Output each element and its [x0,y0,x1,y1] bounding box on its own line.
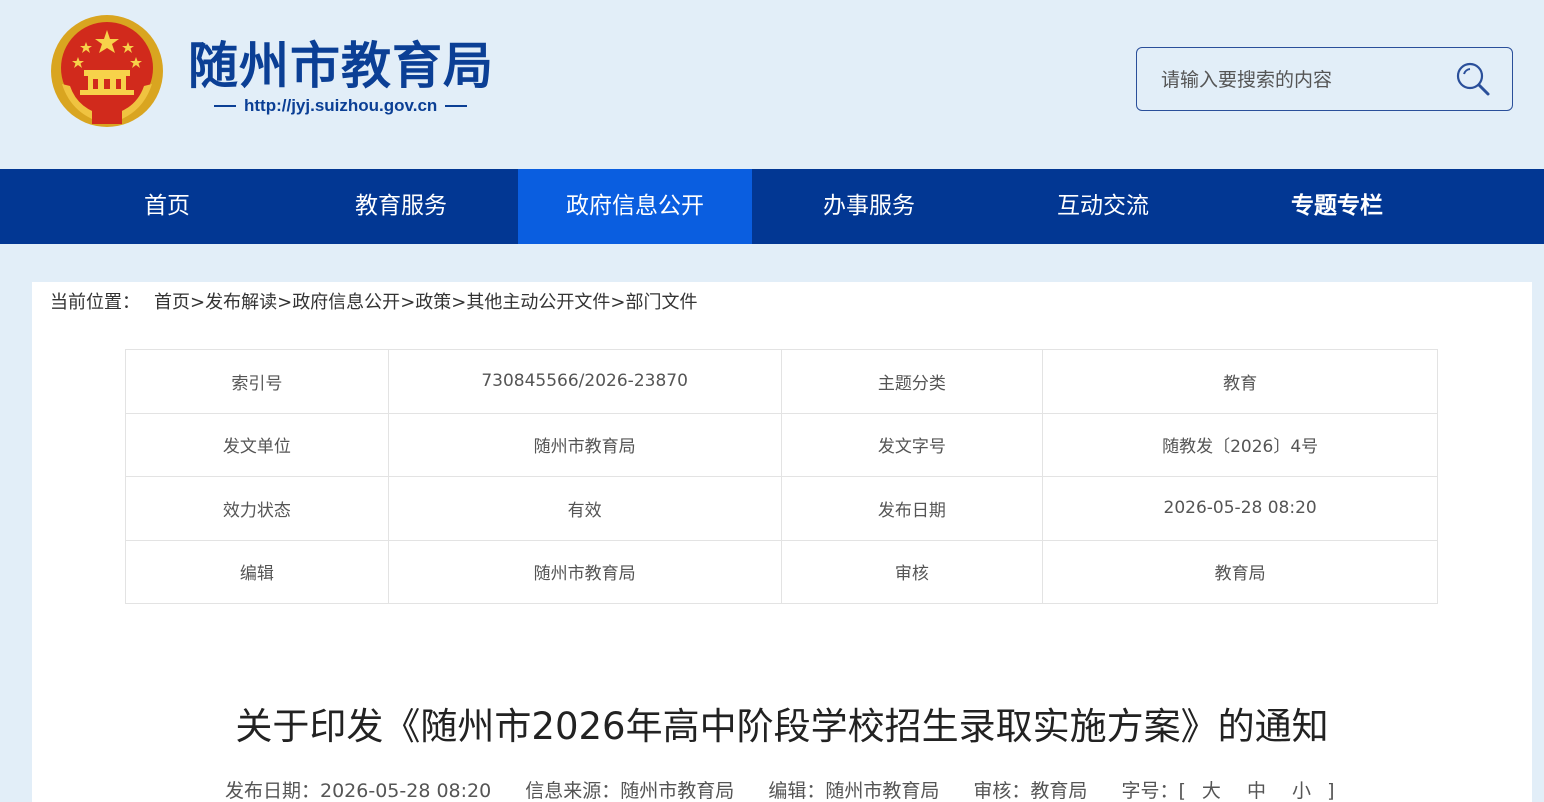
meta-key: 编辑 [125,539,389,604]
meta-key: 发布日期 [780,476,1044,541]
divider [445,105,468,107]
article-info: 发布日期：2026-05-28 08:20 信息来源：随州市教育局 编辑：随州市… [225,776,1335,802]
meta-key: 主题分类 [780,349,1044,414]
content-panel: 当前位置： 首页>发布解读>政府信息公开>政策>其他主动公开文件>部门文件 索引号… [32,282,1532,802]
reviewer: 审核：教育局 [973,780,1088,802]
meta-key: 审核 [780,539,1044,604]
breadcrumb-separator: > [277,292,293,313]
meta-key: 索引号 [125,349,389,414]
meta-value: 教育 [1042,349,1438,414]
breadcrumb-separator: > [451,292,467,313]
breadcrumb-item-policy[interactable]: 政策 [415,292,451,313]
search-box [1136,47,1513,111]
table-row: 发文单位 随州市教育局 发文字号 随教发〔2026〕4号 [125,412,1438,477]
national-emblem-icon[interactable] [48,12,166,130]
meta-value: 随教发〔2026〕4号 [1042,412,1438,477]
publish-date: 发布日期：2026-05-28 08:20 [225,780,492,802]
table-row: 编辑 随州市教育局 审核 教育局 [125,539,1438,604]
nav-item-special-topics[interactable]: 专题专栏 [1220,169,1454,244]
breadcrumb-separator: > [190,292,206,313]
meta-key: 发文单位 [125,412,389,477]
breadcrumb-lead: 当前位置： [50,292,140,313]
search-input[interactable] [1161,66,1441,94]
meta-value: 随州市教育局 [387,539,782,604]
breadcrumb-separator: > [400,292,416,313]
meta-key: 效力状态 [125,476,389,541]
meta-value: 2026-05-28 08:20 [1042,476,1438,541]
main-nav: 首页 教育服务 政府信息公开 办事服务 互动交流 专题专栏 [0,169,1544,244]
font-size-end: ] [1327,780,1335,802]
search-icon[interactable] [1454,60,1492,98]
nav-item-affairs-services[interactable]: 办事服务 [752,169,986,244]
article-title: 关于印发《随州市2026年高中阶段学校招生录取实施方案》的通知 [235,705,1329,748]
breadcrumb-separator: > [610,292,626,313]
document-meta-table: 索引号 730845566/2026-23870 主题分类 教育 发文单位 随州… [125,349,1438,604]
info-source: 信息来源：随州市教育局 [525,780,735,802]
nav-item-home[interactable]: 首页 [50,169,284,244]
meta-value: 有效 [387,476,782,541]
font-size-label: 字号：[ [1121,780,1186,802]
font-size-medium-button[interactable]: 中 [1247,780,1266,802]
breadcrumb-item-dept-files[interactable]: 部门文件 [625,292,697,313]
breadcrumb-item-home[interactable]: 首页 [154,292,190,313]
breadcrumb-item-other-files[interactable]: 其他主动公开文件 [466,292,610,313]
font-size-large-button[interactable]: 大 [1202,780,1221,802]
breadcrumb-item-gov-info[interactable]: 政府信息公开 [292,292,400,313]
breadcrumb-item-release[interactable]: 发布解读 [205,292,277,313]
meta-value: 随州市教育局 [387,412,782,477]
divider [214,105,236,107]
editor: 编辑：随州市教育局 [768,780,940,802]
table-row: 效力状态 有效 发布日期 2026-05-28 08:20 [125,476,1438,541]
font-size-control: 字号：[ 大 中 小 ] [1121,780,1334,802]
breadcrumb: 当前位置： 首页>发布解读>政府信息公开>政策>其他主动公开文件>部门文件 [50,288,697,314]
meta-value: 教育局 [1042,539,1438,604]
nav-item-interaction[interactable]: 互动交流 [986,169,1220,244]
site-url: http://jyj.suizhou.gov.cn [214,96,490,116]
site-header: 随州市教育局 http://jyj.suizhou.gov.cn [0,0,1544,169]
font-size-small-button[interactable]: 小 [1292,780,1311,802]
nav-item-education-services[interactable]: 教育服务 [284,169,518,244]
site-title[interactable]: 随州市教育局 [188,26,494,98]
site-url-text: http://jyj.suizhou.gov.cn [244,96,438,115]
nav-item-gov-info-disclosure[interactable]: 政府信息公开 [518,169,752,244]
meta-value: 730845566/2026-23870 [387,349,782,414]
table-row: 索引号 730845566/2026-23870 主题分类 教育 [125,349,1438,414]
meta-key: 发文字号 [780,412,1044,477]
